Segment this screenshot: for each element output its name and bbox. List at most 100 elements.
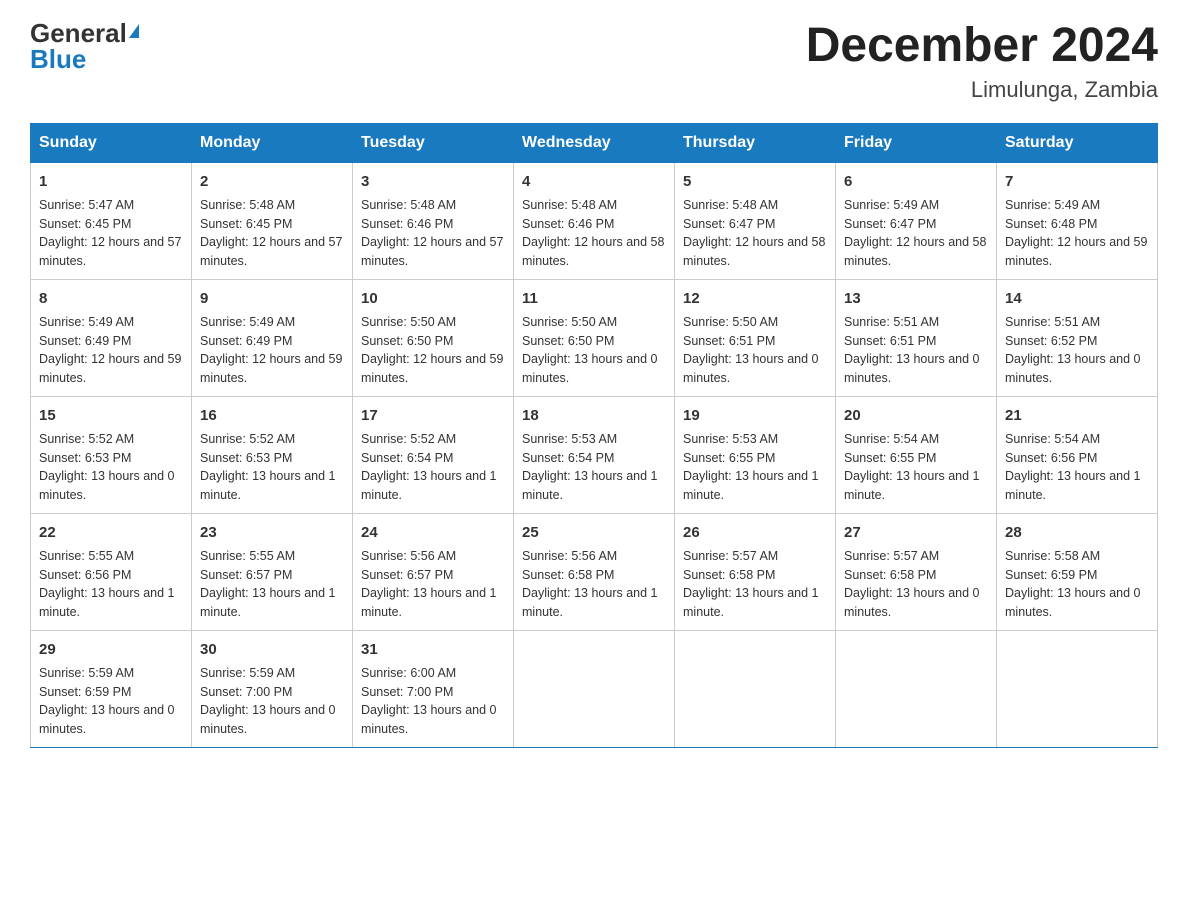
empty-cell — [836, 630, 997, 747]
day-info: Sunrise: 5:52 AMSunset: 6:53 PMDaylight:… — [39, 432, 175, 502]
logo-blue-text: Blue — [30, 46, 86, 72]
month-title: December 2024 — [806, 20, 1158, 73]
calendar-day-cell: 11 Sunrise: 5:50 AMSunset: 6:50 PMDaylig… — [514, 279, 675, 396]
day-info: Sunrise: 5:49 AMSunset: 6:47 PMDaylight:… — [844, 198, 986, 268]
day-number: 8 — [39, 288, 183, 309]
calendar-day-cell: 12 Sunrise: 5:50 AMSunset: 6:51 PMDaylig… — [675, 279, 836, 396]
day-number: 24 — [361, 522, 505, 543]
calendar-day-cell: 2 Sunrise: 5:48 AMSunset: 6:45 PMDayligh… — [192, 162, 353, 279]
calendar-day-cell: 6 Sunrise: 5:49 AMSunset: 6:47 PMDayligh… — [836, 162, 997, 279]
empty-cell — [997, 630, 1158, 747]
calendar-day-cell: 26 Sunrise: 5:57 AMSunset: 6:58 PMDaylig… — [675, 513, 836, 630]
day-info: Sunrise: 5:48 AMSunset: 6:45 PMDaylight:… — [200, 198, 342, 268]
calendar-day-cell: 13 Sunrise: 5:51 AMSunset: 6:51 PMDaylig… — [836, 279, 997, 396]
calendar-day-cell: 4 Sunrise: 5:48 AMSunset: 6:46 PMDayligh… — [514, 162, 675, 279]
calendar-table: SundayMondayTuesdayWednesdayThursdayFrid… — [30, 123, 1158, 748]
day-number: 25 — [522, 522, 666, 543]
day-info: Sunrise: 5:50 AMSunset: 6:51 PMDaylight:… — [683, 315, 819, 385]
calendar-day-cell: 31 Sunrise: 6:00 AMSunset: 7:00 PMDaylig… — [353, 630, 514, 747]
day-number: 1 — [39, 171, 183, 192]
calendar-day-cell: 19 Sunrise: 5:53 AMSunset: 6:55 PMDaylig… — [675, 396, 836, 513]
calendar-day-cell: 1 Sunrise: 5:47 AMSunset: 6:45 PMDayligh… — [31, 162, 192, 279]
calendar-day-cell: 15 Sunrise: 5:52 AMSunset: 6:53 PMDaylig… — [31, 396, 192, 513]
day-number: 31 — [361, 639, 505, 660]
day-number: 9 — [200, 288, 344, 309]
day-number: 14 — [1005, 288, 1149, 309]
weekday-header-thursday: Thursday — [675, 123, 836, 162]
weekday-header-monday: Monday — [192, 123, 353, 162]
calendar-day-cell: 9 Sunrise: 5:49 AMSunset: 6:49 PMDayligh… — [192, 279, 353, 396]
day-number: 16 — [200, 405, 344, 426]
calendar-day-cell: 29 Sunrise: 5:59 AMSunset: 6:59 PMDaylig… — [31, 630, 192, 747]
day-info: Sunrise: 5:56 AMSunset: 6:58 PMDaylight:… — [522, 549, 658, 619]
day-info: Sunrise: 5:47 AMSunset: 6:45 PMDaylight:… — [39, 198, 181, 268]
calendar-day-cell: 5 Sunrise: 5:48 AMSunset: 6:47 PMDayligh… — [675, 162, 836, 279]
day-info: Sunrise: 5:53 AMSunset: 6:55 PMDaylight:… — [683, 432, 819, 502]
day-number: 3 — [361, 171, 505, 192]
calendar-day-cell: 14 Sunrise: 5:51 AMSunset: 6:52 PMDaylig… — [997, 279, 1158, 396]
day-number: 29 — [39, 639, 183, 660]
calendar-day-cell: 22 Sunrise: 5:55 AMSunset: 6:56 PMDaylig… — [31, 513, 192, 630]
logo-general-text: General — [30, 20, 127, 46]
day-info: Sunrise: 5:49 AMSunset: 6:49 PMDaylight:… — [200, 315, 342, 385]
day-number: 18 — [522, 405, 666, 426]
day-info: Sunrise: 5:55 AMSunset: 6:57 PMDaylight:… — [200, 549, 336, 619]
calendar-day-cell: 23 Sunrise: 5:55 AMSunset: 6:57 PMDaylig… — [192, 513, 353, 630]
day-info: Sunrise: 5:59 AMSunset: 6:59 PMDaylight:… — [39, 666, 175, 736]
day-number: 2 — [200, 171, 344, 192]
day-number: 21 — [1005, 405, 1149, 426]
day-info: Sunrise: 5:50 AMSunset: 6:50 PMDaylight:… — [522, 315, 658, 385]
day-info: Sunrise: 5:54 AMSunset: 6:56 PMDaylight:… — [1005, 432, 1141, 502]
calendar-week-row: 1 Sunrise: 5:47 AMSunset: 6:45 PMDayligh… — [31, 162, 1158, 279]
empty-cell — [675, 630, 836, 747]
calendar-week-row: 22 Sunrise: 5:55 AMSunset: 6:56 PMDaylig… — [31, 513, 1158, 630]
calendar-day-cell: 24 Sunrise: 5:56 AMSunset: 6:57 PMDaylig… — [353, 513, 514, 630]
calendar-week-row: 29 Sunrise: 5:59 AMSunset: 6:59 PMDaylig… — [31, 630, 1158, 747]
calendar-day-cell: 18 Sunrise: 5:53 AMSunset: 6:54 PMDaylig… — [514, 396, 675, 513]
calendar-day-cell: 21 Sunrise: 5:54 AMSunset: 6:56 PMDaylig… — [997, 396, 1158, 513]
day-info: Sunrise: 5:48 AMSunset: 6:46 PMDaylight:… — [522, 198, 664, 268]
title-block: December 2024 Limulunga, Zambia — [806, 20, 1158, 103]
day-info: Sunrise: 5:48 AMSunset: 6:47 PMDaylight:… — [683, 198, 825, 268]
day-info: Sunrise: 5:50 AMSunset: 6:50 PMDaylight:… — [361, 315, 503, 385]
day-info: Sunrise: 5:57 AMSunset: 6:58 PMDaylight:… — [683, 549, 819, 619]
page-header: General Blue December 2024 Limulunga, Za… — [30, 20, 1158, 103]
day-number: 12 — [683, 288, 827, 309]
day-info: Sunrise: 5:56 AMSunset: 6:57 PMDaylight:… — [361, 549, 497, 619]
day-number: 5 — [683, 171, 827, 192]
calendar-week-row: 15 Sunrise: 5:52 AMSunset: 6:53 PMDaylig… — [31, 396, 1158, 513]
weekday-header-wednesday: Wednesday — [514, 123, 675, 162]
calendar-day-cell: 10 Sunrise: 5:50 AMSunset: 6:50 PMDaylig… — [353, 279, 514, 396]
day-info: Sunrise: 6:00 AMSunset: 7:00 PMDaylight:… — [361, 666, 497, 736]
calendar-day-cell: 16 Sunrise: 5:52 AMSunset: 6:53 PMDaylig… — [192, 396, 353, 513]
day-info: Sunrise: 5:49 AMSunset: 6:48 PMDaylight:… — [1005, 198, 1147, 268]
day-info: Sunrise: 5:48 AMSunset: 6:46 PMDaylight:… — [361, 198, 503, 268]
day-info: Sunrise: 5:54 AMSunset: 6:55 PMDaylight:… — [844, 432, 980, 502]
day-number: 4 — [522, 171, 666, 192]
empty-cell — [514, 630, 675, 747]
day-number: 11 — [522, 288, 666, 309]
logo-triangle-icon — [129, 24, 139, 38]
location-text: Limulunga, Zambia — [806, 77, 1158, 103]
weekday-header-friday: Friday — [836, 123, 997, 162]
weekday-header-tuesday: Tuesday — [353, 123, 514, 162]
calendar-day-cell: 7 Sunrise: 5:49 AMSunset: 6:48 PMDayligh… — [997, 162, 1158, 279]
day-info: Sunrise: 5:51 AMSunset: 6:51 PMDaylight:… — [844, 315, 980, 385]
day-info: Sunrise: 5:52 AMSunset: 6:54 PMDaylight:… — [361, 432, 497, 502]
weekday-header-sunday: Sunday — [31, 123, 192, 162]
day-info: Sunrise: 5:53 AMSunset: 6:54 PMDaylight:… — [522, 432, 658, 502]
calendar-week-row: 8 Sunrise: 5:49 AMSunset: 6:49 PMDayligh… — [31, 279, 1158, 396]
day-number: 27 — [844, 522, 988, 543]
calendar-day-cell: 28 Sunrise: 5:58 AMSunset: 6:59 PMDaylig… — [997, 513, 1158, 630]
day-number: 10 — [361, 288, 505, 309]
weekday-header-saturday: Saturday — [997, 123, 1158, 162]
day-number: 17 — [361, 405, 505, 426]
day-number: 23 — [200, 522, 344, 543]
calendar-day-cell: 3 Sunrise: 5:48 AMSunset: 6:46 PMDayligh… — [353, 162, 514, 279]
day-number: 19 — [683, 405, 827, 426]
calendar-day-cell: 17 Sunrise: 5:52 AMSunset: 6:54 PMDaylig… — [353, 396, 514, 513]
calendar-day-cell: 30 Sunrise: 5:59 AMSunset: 7:00 PMDaylig… — [192, 630, 353, 747]
calendar-day-cell: 25 Sunrise: 5:56 AMSunset: 6:58 PMDaylig… — [514, 513, 675, 630]
day-number: 20 — [844, 405, 988, 426]
day-number: 22 — [39, 522, 183, 543]
